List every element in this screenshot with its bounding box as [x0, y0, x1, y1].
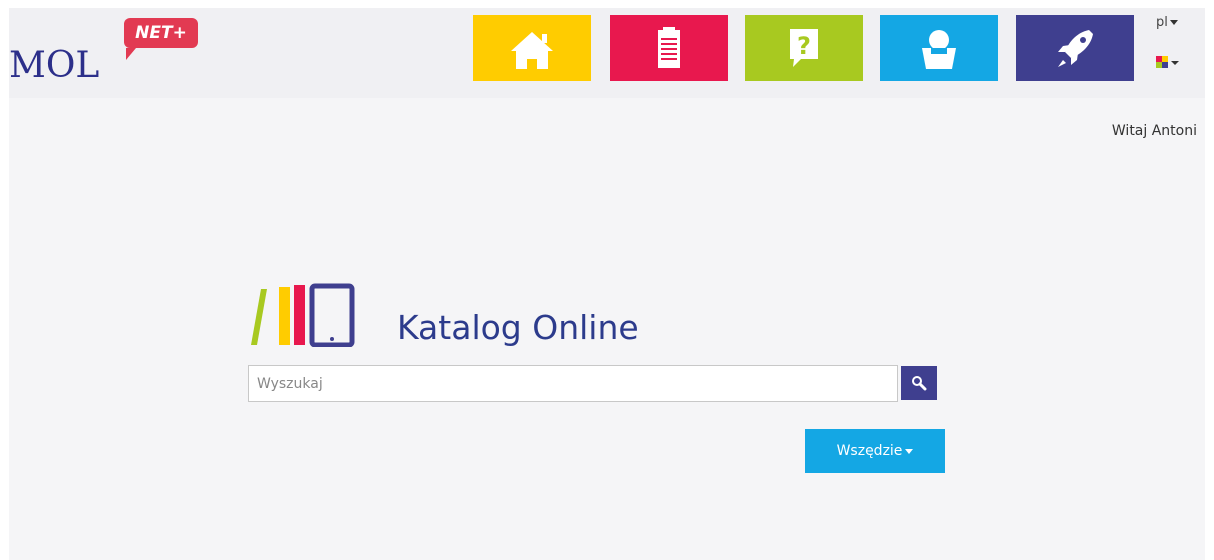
language-selector[interactable]: pl	[1156, 15, 1178, 31]
catalog-title: Katalog Online	[397, 308, 639, 347]
color-scheme-selector[interactable]	[1156, 54, 1196, 70]
top-navigation-bar: MOL NET+ ? pl	[9, 8, 1205, 98]
nav-tile-home[interactable]	[473, 15, 591, 81]
caret-down-icon	[905, 448, 914, 454]
nav-tile-rocket[interactable]	[1016, 15, 1134, 81]
user-icon	[922, 30, 956, 69]
books-tablet-icon	[251, 283, 355, 347]
clipboard-icon	[658, 27, 680, 68]
nav-tile-account[interactable]	[880, 15, 998, 81]
home-icon	[511, 32, 553, 69]
search-scope-label: Wszędzie	[836, 443, 903, 459]
mol-net-logo[interactable]: MOL NET+	[9, 8, 209, 98]
search-button[interactable]	[901, 366, 937, 400]
nav-tile-help[interactable]: ?	[745, 15, 863, 81]
caret-down-icon	[1169, 20, 1178, 25]
user-greeting: Witaj Antoni	[1111, 123, 1197, 139]
svg-text:?: ?	[797, 32, 811, 60]
logo-text: MOL	[9, 45, 100, 86]
search-icon	[912, 376, 927, 391]
search-scope-dropdown[interactable]: Wszędzie	[805, 429, 945, 473]
app-frame: MOL NET+ ? pl Witaj Antoni Katalog Onlin…	[9, 8, 1205, 560]
color-palette-icon	[1156, 56, 1179, 68]
rocket-icon	[1058, 30, 1093, 67]
logo-badge: NET+	[124, 18, 198, 60]
language-label: pl	[1156, 15, 1168, 30]
search-input[interactable]	[248, 365, 898, 402]
nav-tile-catalog[interactable]	[610, 15, 728, 81]
question-bubble-icon: ?	[790, 29, 818, 67]
